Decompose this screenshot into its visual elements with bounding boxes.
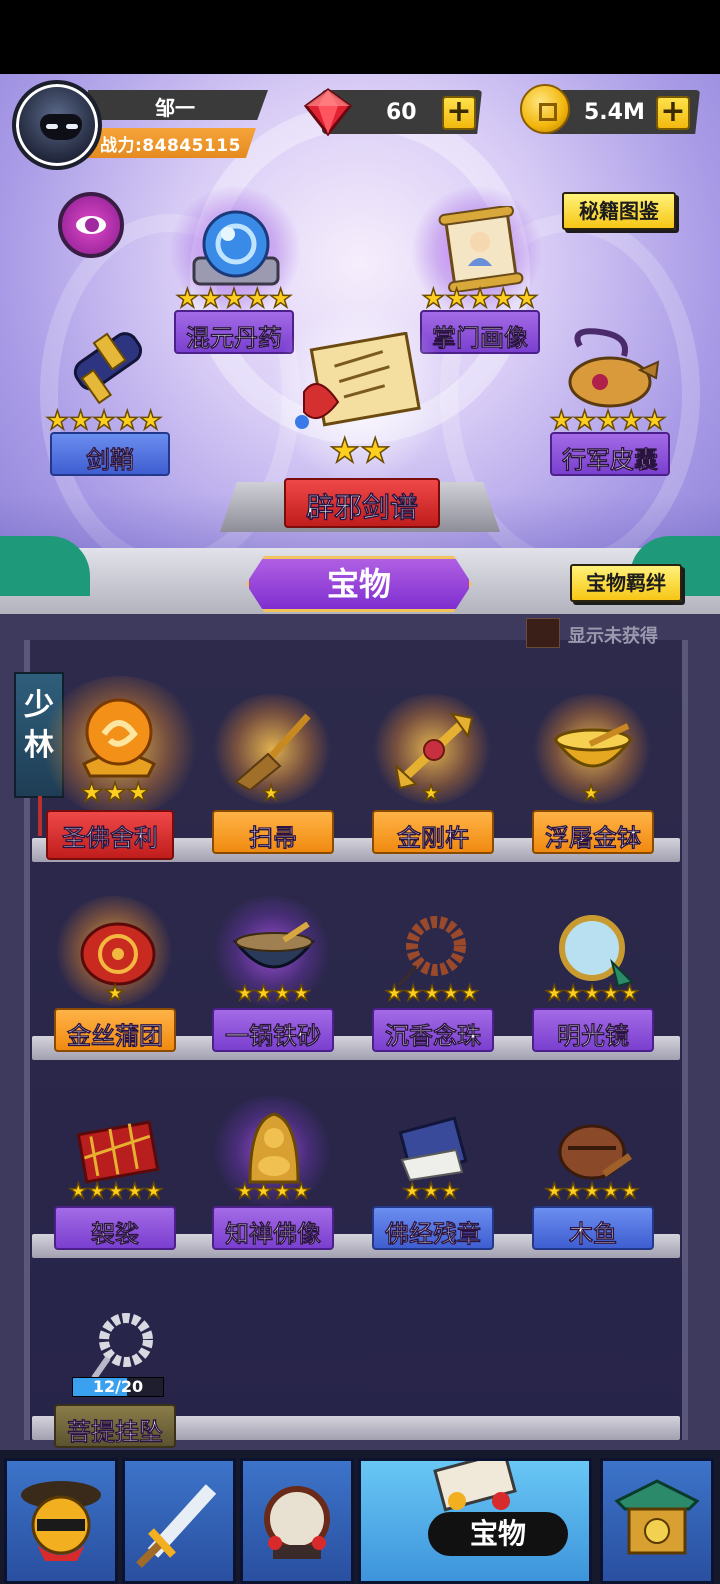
treasure-item-7[interactable]: 明光镜 — [532, 1008, 654, 1052]
masked-hero-icon — [21, 1481, 101, 1561]
treasure-item-4[interactable]: 金丝蒲团 — [54, 1008, 176, 1052]
broom-icon — [234, 713, 311, 790]
treasure-item-1[interactable]: 扫帚 — [212, 810, 334, 854]
treasure-item-0[interactable]: 圣佛舍利 — [46, 810, 174, 860]
item-stars: ★ — [421, 781, 441, 805]
buddha-relic-icon — [82, 698, 156, 778]
equipped-treasure-1[interactable]: 掌门画像 — [420, 310, 540, 354]
nav-tab-hero[interactable] — [4, 1458, 118, 1584]
treasure-item-12[interactable]: 菩提挂坠 — [54, 1404, 176, 1448]
buddha-statue-icon — [248, 1112, 300, 1184]
sword-sheath-icon — [73, 332, 143, 405]
treasure-item-8[interactable]: 袈裟 — [54, 1206, 176, 1250]
leather-pouch-icon — [568, 328, 660, 408]
item-stars: ★ ★ ★ ★ ★ — [384, 981, 480, 1005]
item-stars: ★ ★ ★ — [402, 1179, 460, 1203]
item-stars: ★ — [261, 781, 281, 805]
add-gold-button[interactable]: + — [656, 96, 690, 130]
show-unowned-label[interactable]: 显示未获得 — [568, 622, 658, 648]
equipped-treasure-2[interactable]: 剑鞘 — [50, 432, 170, 476]
gold-coin-icon — [520, 84, 570, 134]
bright-mirror-icon — [559, 915, 634, 988]
item-stars: ★ ★ ★ ★ ★ — [544, 981, 640, 1005]
treasure-item-2[interactable]: 金刚杵 — [372, 810, 494, 854]
treasure-item-9[interactable]: 知禅佛像 — [212, 1206, 334, 1250]
equipped-treasure-0[interactable]: 混元丹药 — [174, 310, 294, 354]
scroll-portrait-icon — [438, 206, 524, 292]
wooden-fish-icon — [558, 1124, 632, 1180]
item-stars: ★ ★ ★ ★ — [235, 981, 312, 1005]
treasure-item-3[interactable]: 浮屠金钵 — [532, 810, 654, 854]
nav-tab-weapon[interactable] — [122, 1458, 236, 1584]
item-stars: ★ ★ ★ ★ — [235, 1179, 312, 1203]
show-unowned-checkbox[interactable] — [526, 618, 560, 648]
treasure-stars: ★ ★ ★ ★ ★ — [45, 406, 163, 436]
bodhi-pendant-icon — [91, 1313, 153, 1380]
gem-count: 60 — [386, 100, 417, 125]
drum-icon — [264, 1486, 330, 1559]
treasure-item-11[interactable]: 木鱼 — [532, 1206, 654, 1250]
equipped-treasure-3[interactable]: 行军皮囊 — [550, 432, 670, 476]
gold-count: 5.4M — [584, 100, 645, 125]
player-power: 战力:84845115 — [100, 136, 241, 156]
item-stars: ★ — [581, 781, 601, 805]
sutra-fragment-icon — [398, 1116, 468, 1182]
kasaya-robe-icon — [76, 1120, 160, 1184]
crystal-orb-icon — [192, 210, 280, 286]
eye-icon[interactable] — [58, 192, 124, 258]
treasure-item-10[interactable]: 佛经残章 — [372, 1206, 494, 1250]
treasure-item-6[interactable]: 沉香念珠 — [372, 1008, 494, 1052]
codex-button[interactable]: 秘籍图鉴 — [562, 192, 676, 230]
item-stars: ★ ★ ★ ★ ★ — [544, 1179, 640, 1203]
nav-active-label: 宝物 — [428, 1512, 568, 1556]
sword-manual-icon — [295, 332, 421, 429]
ruby-gem-icon — [303, 88, 353, 137]
section-title: 宝物 — [246, 556, 472, 612]
add-gems-button[interactable]: + — [442, 96, 476, 130]
player-name: 邹一 — [155, 96, 195, 120]
nav-tab-skill[interactable] — [240, 1458, 354, 1584]
vajra-icon — [394, 712, 474, 790]
golden-cushion-icon — [80, 922, 156, 986]
nav-tab-sect[interactable] — [600, 1458, 714, 1584]
treasure-stars: ★ ★ ★ ★ ★ — [421, 284, 539, 314]
player-avatar[interactable] — [12, 80, 102, 170]
prayer-beads-icon — [396, 916, 466, 988]
sword-icon — [136, 1484, 217, 1568]
treasure-stars: ★ ★ — [329, 431, 391, 471]
treasure-item-5[interactable]: 一锅铁砂 — [212, 1008, 334, 1052]
status-bar — [0, 0, 720, 74]
treasure-stars: ★ ★ ★ ★ ★ — [549, 406, 667, 436]
iron-sand-wok-icon — [232, 922, 316, 969]
golden-bowl-icon — [553, 723, 633, 768]
sect-gate-icon — [614, 1479, 700, 1555]
item-stars: ★ — [105, 981, 125, 1005]
treasure-stars: ★ ★ ★ ★ ★ — [175, 284, 293, 314]
shard-progress-text: 12/20 — [92, 1377, 144, 1396]
bonds-button[interactable]: 宝物羁绊 — [570, 564, 682, 602]
item-stars: ★ ★ ★ — [79, 778, 150, 808]
item-stars: ★ ★ ★ ★ ★ — [68, 1179, 164, 1203]
equipped-treasure-4[interactable]: 辟邪剑谱 — [284, 478, 440, 528]
